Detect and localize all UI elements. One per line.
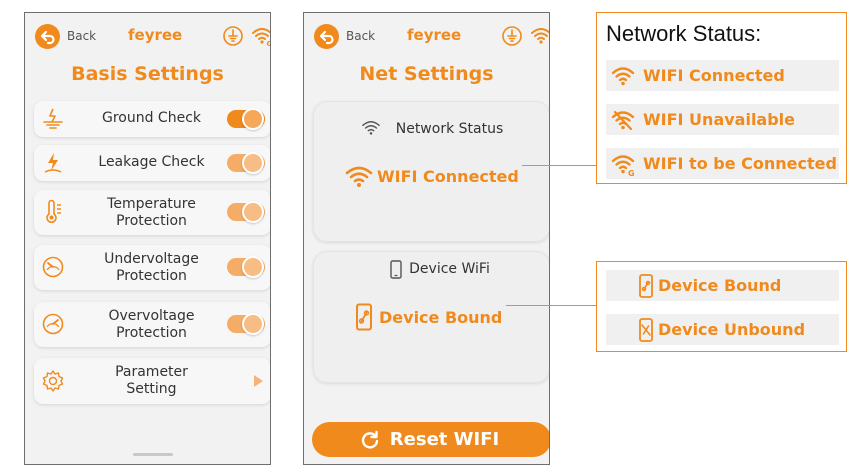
toggle-knob [242, 201, 264, 223]
back-button[interactable] [314, 24, 339, 49]
back-arrow-icon [319, 30, 334, 44]
legend-label: WIFI Connected [643, 66, 785, 85]
setting-row-parameter-setting[interactable]: Parameter Setting [34, 358, 270, 404]
net-settings-screen: Back feyree Net Settings Network Status [303, 12, 550, 465]
setting-label: Ground Check [101, 110, 201, 126]
network-status-heading: Network Status [395, 121, 504, 137]
device-status-legend: Device Bound Device Unbound [596, 261, 847, 352]
top-bar: Back feyree [304, 13, 549, 57]
brand-logo: feyree [407, 26, 462, 44]
network-status-card: Network Status WIFI Connected [313, 101, 549, 242]
gauge-low-icon [42, 256, 64, 278]
legend-label: WIFI Unavailable [643, 110, 796, 129]
back-button[interactable] [35, 24, 60, 49]
gauge-high-icon [42, 313, 64, 335]
page-title: Net Settings [359, 63, 494, 85]
setting-row-leakage-check: Leakage Check [34, 145, 270, 181]
phone-link-icon [356, 303, 372, 331]
legend-label: Device Bound [658, 276, 782, 295]
phone-link-icon [639, 274, 653, 298]
ground-plug-icon [223, 26, 243, 46]
thermometer-icon [46, 200, 61, 223]
setting-label: Temperature Protection [107, 196, 196, 229]
basis-settings-screen: Back feyree G Basis Settings Ground Chec… [24, 12, 271, 465]
legend-item-device-unbound: Device Unbound [606, 314, 839, 345]
connector-device-status [506, 305, 596, 306]
wifi-pending-icon: G [611, 155, 635, 176]
device-wifi-card: Device WiFi Device Bound [313, 251, 549, 383]
reset-wifi-label: Reset WIFI [389, 429, 500, 450]
home-indicator [133, 453, 173, 456]
wifi-g-icon: G [252, 28, 272, 47]
ground-icon [43, 108, 63, 129]
leakage-check-toggle[interactable] [227, 152, 265, 174]
legend-item-device-bound: Device Bound [606, 270, 839, 301]
back-arrow-icon [40, 30, 55, 44]
phone-unlink-icon [639, 318, 653, 342]
setting-label: Leakage Check [98, 154, 205, 170]
network-status-legend: Network Status: WIFI Connected WIFI Unav… [596, 12, 847, 184]
temperature-protection-toggle[interactable] [227, 201, 265, 223]
back-label[interactable]: Back [67, 29, 96, 43]
setting-label: Parameter Setting [115, 364, 188, 397]
toggle-knob [242, 108, 264, 130]
legend-label: WIFI to be Connected [643, 154, 837, 173]
top-bar: Back feyree G [25, 13, 270, 57]
toggle-knob [242, 152, 264, 174]
toggle-knob [242, 313, 264, 335]
ground-check-toggle[interactable] [227, 108, 265, 130]
device-status-value: Device Bound [379, 308, 503, 327]
setting-row-undervoltage-protection: Undervoltage Protection [34, 245, 270, 290]
setting-row-ground-check: Ground Check [34, 101, 270, 137]
toggle-knob [242, 256, 264, 278]
wifi-icon [531, 28, 549, 44]
reset-wifi-button[interactable]: Reset WIFI [312, 422, 549, 457]
undervoltage-protection-toggle[interactable] [227, 256, 265, 278]
wifi-icon [611, 67, 635, 86]
refresh-icon [361, 430, 379, 449]
page-title: Basis Settings [71, 63, 224, 85]
legend-item-wifi-unavailable: WIFI Unavailable [606, 104, 839, 135]
device-wifi-heading: Device WiFi [409, 261, 490, 277]
connector-network-status [522, 165, 596, 166]
gear-icon [42, 370, 64, 392]
setting-label: Undervoltage Protection [104, 251, 199, 284]
chevron-right-icon[interactable] [254, 375, 263, 387]
wifi-off-icon [611, 110, 635, 131]
legend-title: Network Status: [606, 21, 762, 46]
setting-row-overvoltage-protection: Overvoltage Protection [34, 302, 270, 347]
overvoltage-protection-toggle[interactable] [227, 313, 265, 335]
legend-item-wifi-connected: WIFI Connected [606, 60, 839, 91]
legend-label: Device Unbound [658, 320, 806, 339]
svg-text:G: G [267, 40, 272, 47]
setting-row-temperature-protection: Temperature Protection [34, 190, 270, 235]
ground-plug-icon [502, 26, 522, 46]
svg-text:G: G [628, 169, 635, 176]
brand-logo: feyree [128, 26, 183, 44]
lightning-icon [44, 153, 62, 173]
setting-label: Overvoltage Protection [108, 308, 195, 341]
back-label[interactable]: Back [346, 29, 375, 43]
network-status-value: WIFI Connected [377, 167, 519, 186]
legend-item-wifi-to-be-connected: G WIFI to be Connected [606, 148, 839, 179]
